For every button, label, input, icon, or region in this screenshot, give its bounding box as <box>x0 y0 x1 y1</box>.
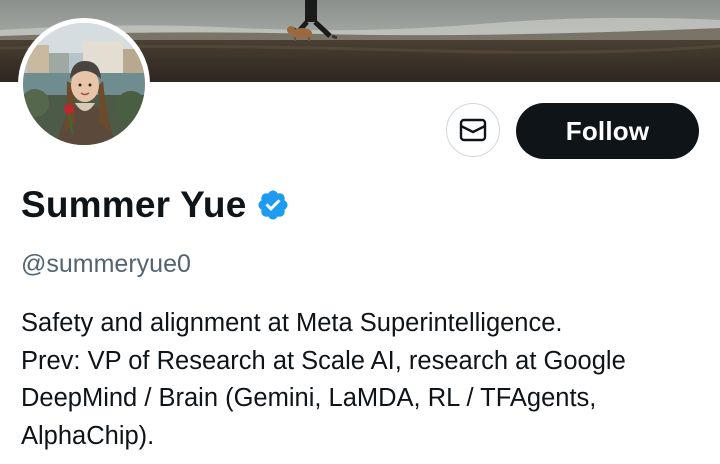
bio-line: Safety and alignment at Meta Superintell… <box>21 309 563 337</box>
bio-line: Prev: VP of Research at Scale AI, resear… <box>21 346 626 375</box>
follow-button-label: Follow <box>565 115 650 146</box>
envelope-icon <box>459 118 487 142</box>
message-button[interactable] <box>446 103 500 157</box>
user-handle: @summeryue0 <box>21 250 191 278</box>
bio-line: AlphaChip). <box>21 421 155 450</box>
display-name: Summer Yue <box>21 184 247 225</box>
avatar-frame <box>18 18 150 150</box>
follow-button[interactable]: Follow <box>516 103 699 159</box>
avatar-image <box>23 23 145 145</box>
avatar[interactable] <box>23 23 145 145</box>
profile-bio: Safety and alignment at Meta Superintell… <box>21 305 711 455</box>
verified-badge-icon[interactable] <box>256 188 290 222</box>
name-row: Summer Yue <box>21 183 290 227</box>
bio-line: DeepMind / Brain (Gemini, LaMDA, RL / TF… <box>21 384 597 412</box>
